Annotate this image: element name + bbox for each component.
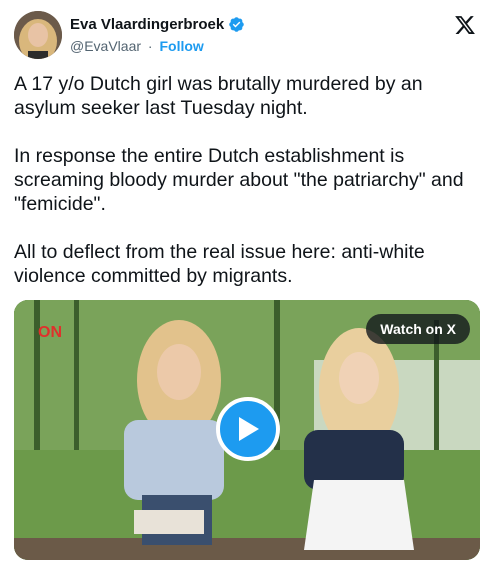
author-name-row: Eva Vlaardingerbroek	[70, 16, 245, 33]
play-icon	[239, 417, 259, 441]
author-name[interactable]: Eva Vlaardingerbroek	[70, 16, 224, 33]
video-player[interactable]: ON Watch on X	[14, 300, 480, 560]
tweet-paragraph: A 17 y/o Dutch girl was brutally murdere…	[14, 73, 429, 119]
channel-logo-icon: ON	[38, 324, 62, 340]
channel-logo-text: ON	[38, 324, 62, 340]
follow-button[interactable]: Follow	[159, 38, 203, 54]
tweet-paragraph: All to deflect from the real issue here:…	[14, 241, 431, 287]
x-logo-icon[interactable]	[454, 14, 476, 36]
separator-dot: ·	[147, 38, 153, 54]
tweet-paragraph: In response the entire Dutch establishme…	[14, 145, 470, 215]
avatar[interactable]	[14, 11, 62, 59]
watch-on-x-button[interactable]: Watch on X	[366, 314, 470, 344]
verified-badge-icon	[229, 17, 244, 32]
avatar-image	[14, 11, 62, 59]
author-handle-row: @EvaVlaar · Follow	[70, 38, 204, 54]
play-button[interactable]	[216, 397, 280, 461]
author-handle[interactable]: @EvaVlaar	[70, 38, 141, 54]
tweet-text: A 17 y/o Dutch girl was brutally murdere…	[14, 72, 469, 312]
